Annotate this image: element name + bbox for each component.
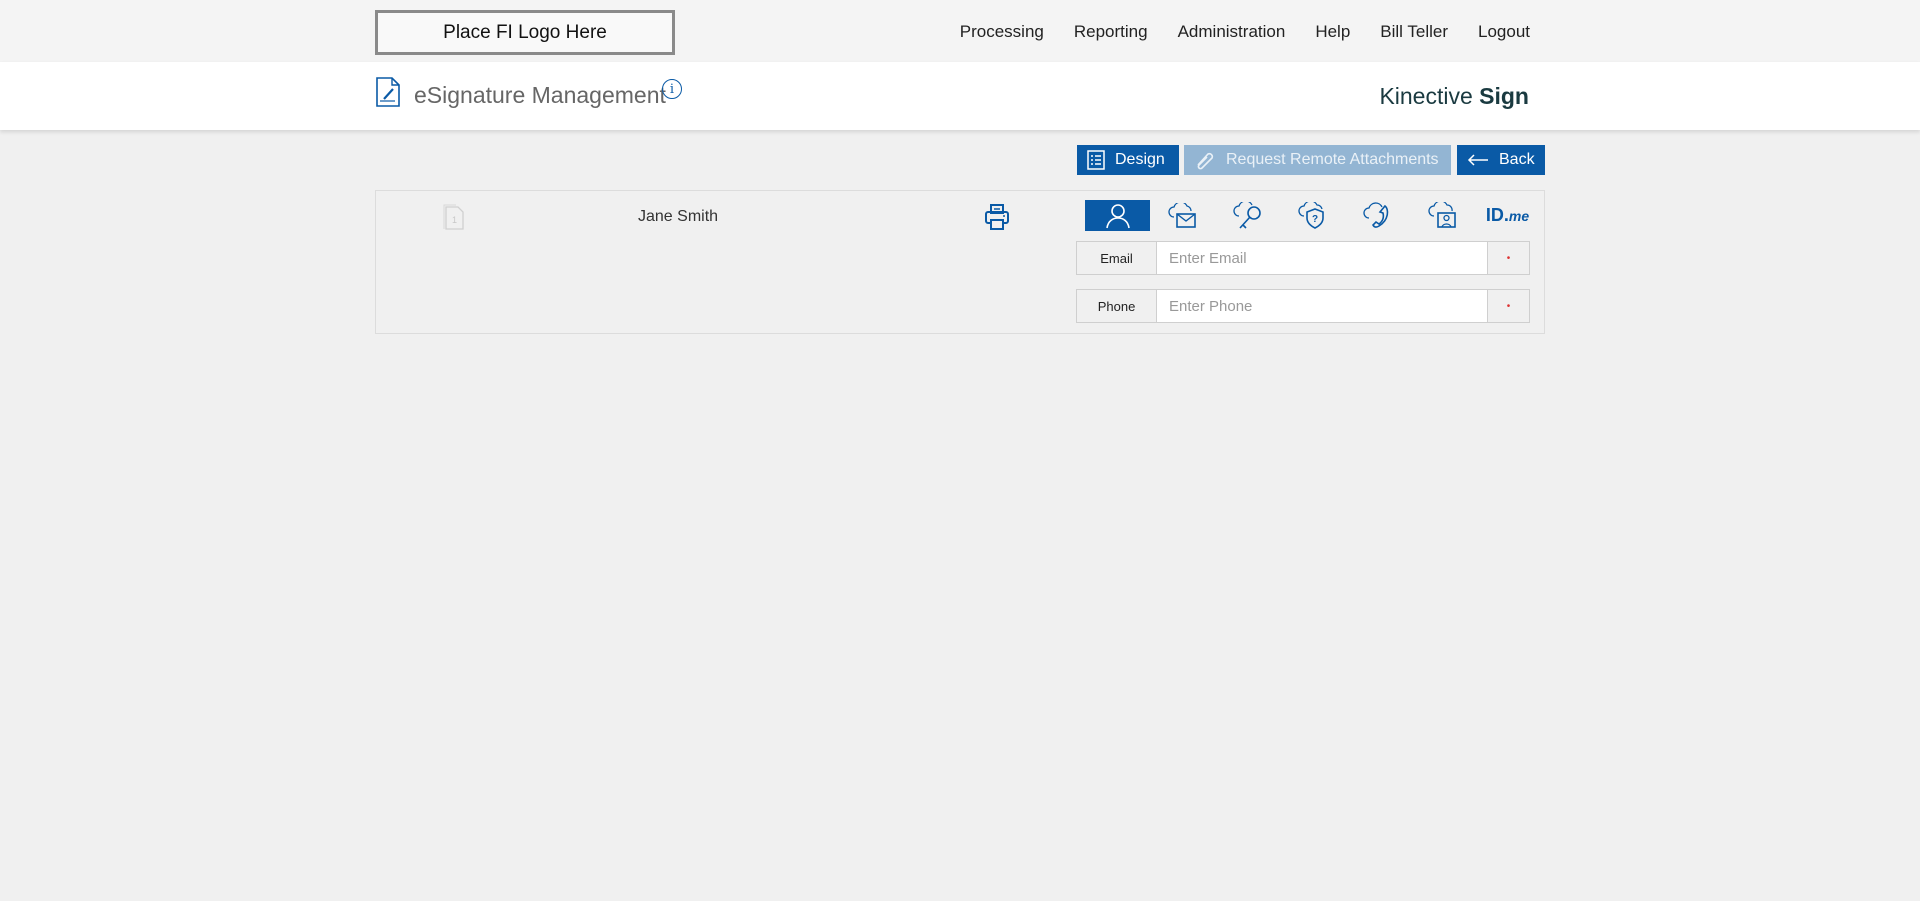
fi-logo-placeholder: Place FI Logo Here xyxy=(375,10,675,55)
tab-email[interactable] xyxy=(1150,200,1215,231)
idme-logo: ID.me xyxy=(1485,205,1530,225)
document-pages-icon: 1 xyxy=(443,204,464,230)
cloud-key-icon xyxy=(1232,201,1261,229)
email-row: Email • xyxy=(1076,241,1530,275)
user-icon xyxy=(1105,203,1130,228)
design-button[interactable]: Design xyxy=(1077,145,1179,175)
tab-security-question[interactable]: ? xyxy=(1280,200,1345,231)
page-title: eSignature Management xyxy=(414,82,666,108)
phone-row: Phone • xyxy=(1076,289,1530,323)
tab-in-person[interactable] xyxy=(1085,200,1150,231)
signature-document-icon xyxy=(376,77,400,107)
brand-logo: Kinective Sign xyxy=(1379,83,1529,109)
nav-user[interactable]: Bill Teller xyxy=(1380,22,1448,42)
required-indicator: • xyxy=(1487,290,1529,322)
printer-icon[interactable] xyxy=(984,203,1010,231)
request-remote-attachments-button[interactable]: Request Remote Attachments xyxy=(1184,145,1451,175)
svg-text:1: 1 xyxy=(452,215,457,225)
sub-header xyxy=(0,62,1920,130)
svg-text:?: ? xyxy=(1312,214,1318,225)
nav-processing[interactable]: Processing xyxy=(960,22,1044,42)
cloud-id-card-icon xyxy=(1427,201,1456,228)
info-icon[interactable]: i xyxy=(662,79,682,99)
phone-input[interactable] xyxy=(1157,290,1487,322)
signer-name: Jane Smith xyxy=(638,208,719,225)
paperclip-icon xyxy=(1197,152,1214,170)
main-nav: Processing Reporting Administration Help… xyxy=(960,22,1530,42)
cloud-shield-question-icon: ? xyxy=(1297,201,1324,229)
nav-administration[interactable]: Administration xyxy=(1178,22,1286,42)
nav-logout[interactable]: Logout xyxy=(1478,22,1530,42)
form-list-icon xyxy=(1087,150,1105,170)
cloud-email-icon xyxy=(1167,202,1196,228)
back-button[interactable]: Back xyxy=(1457,145,1545,175)
tab-knowledge-key[interactable] xyxy=(1215,200,1280,231)
top-bar: Place FI Logo Here Processing Reporting … xyxy=(0,0,1920,62)
tab-phone[interactable] xyxy=(1345,200,1410,231)
tab-id-card[interactable] xyxy=(1410,200,1475,231)
auth-method-tabs: ? ID.me xyxy=(1085,200,1540,231)
tab-idme[interactable]: ID.me xyxy=(1475,200,1540,231)
nav-help[interactable]: Help xyxy=(1315,22,1350,42)
phone-label: Phone xyxy=(1077,290,1157,322)
required-indicator: • xyxy=(1487,242,1529,274)
cloud-phone-icon xyxy=(1362,201,1388,228)
nav-reporting[interactable]: Reporting xyxy=(1074,22,1148,42)
email-label: Email xyxy=(1077,242,1157,274)
email-input[interactable] xyxy=(1157,242,1487,274)
arrow-left-icon xyxy=(1467,154,1488,166)
